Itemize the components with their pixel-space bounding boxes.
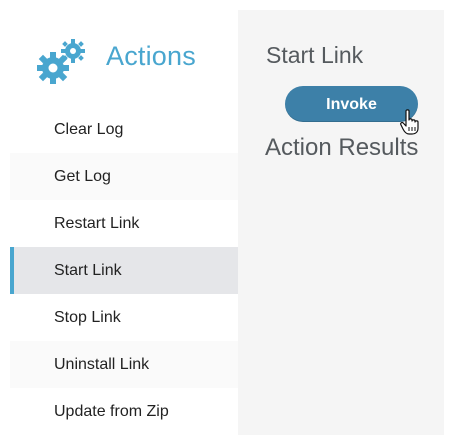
menu-item-get-log[interactable]: Get Log — [10, 153, 238, 200]
sidebar-title: Actions — [106, 41, 196, 71]
menu-item-start-link[interactable]: Start Link — [10, 247, 238, 294]
sidebar: Actions Clear Log Get Log Restart Link S… — [10, 10, 238, 435]
gears-icon — [37, 39, 85, 84]
menu-item-clear-log[interactable]: Clear Log — [10, 106, 238, 153]
menu-item-update-from-zip[interactable]: Update from Zip — [10, 388, 238, 435]
action-panel: Start Link Invoke Action Results — [238, 10, 444, 435]
invoke-button[interactable]: Invoke — [285, 86, 418, 122]
menu-item-uninstall-link[interactable]: Uninstall Link — [10, 341, 238, 388]
hand-pointer-icon — [400, 109, 419, 135]
sidebar-header: Actions — [10, 10, 238, 105]
menu-item-stop-link[interactable]: Stop Link — [10, 294, 238, 341]
action-menu: Clear Log Get Log Restart Link Start Lin… — [10, 106, 238, 435]
action-results-title: Action Results — [265, 134, 419, 161]
menu-item-restart-link[interactable]: Restart Link — [10, 200, 238, 247]
action-title: Start Link — [266, 42, 364, 68]
